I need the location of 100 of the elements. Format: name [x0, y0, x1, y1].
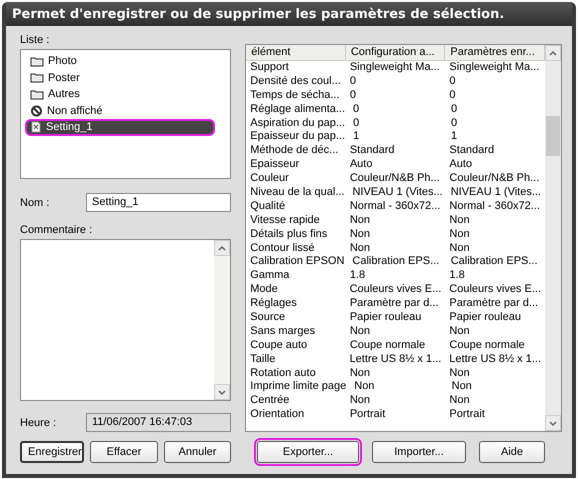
- table-cell-text: Calibration EPSON: [249, 255, 346, 270]
- table-cell-text: 0: [348, 88, 357, 103]
- table-cell-text: Rotation auto: [249, 366, 317, 380]
- table-cell-text: Aspiration du pap...: [249, 116, 346, 130]
- table-cell-text: Lettre US 8½ x 1...: [348, 352, 442, 367]
- time-field: 11/06/2007 16:47:03: [86, 413, 232, 432]
- table-cell-text: Couleur: [249, 172, 290, 186]
- table-cell-text: 0: [450, 102, 458, 117]
- table-cell-text: Imprime limite page: [249, 380, 348, 394]
- table-cell-text: Papier rouleau: [348, 311, 422, 325]
- table-cell-text: Densité des coul...: [249, 74, 342, 89]
- table-cell-text: Couleur/N&B Ph...: [448, 172, 540, 186]
- table-cell-text: Normal - 360x72...: [348, 200, 442, 214]
- table-cell-text: 0: [450, 116, 458, 130]
- table-cell-text: Portrait: [348, 408, 386, 422]
- table-cell-text: Non: [450, 380, 473, 394]
- table-cell-text: Détails plus fins: [249, 228, 328, 242]
- table-cell-text: Taille: [249, 352, 276, 367]
- table-cell-text: Non: [348, 366, 372, 380]
- comment-field[interactable]: [20, 239, 232, 401]
- table-cell-text: 0: [352, 102, 360, 117]
- table-cell-text: 0: [448, 74, 457, 89]
- arrow-up-icon: [548, 48, 558, 58]
- table-cell-text: 1.8: [348, 269, 366, 284]
- table-cell-text: 0: [352, 116, 360, 130]
- table-cell-text: Non: [348, 214, 372, 228]
- table-cell-text: Centrée: [249, 394, 290, 408]
- scrollbar[interactable]: [214, 240, 230, 400]
- table-cell-text: Couleur/N&B Ph...: [348, 172, 441, 186]
- table-cell-text: Non: [353, 380, 376, 394]
- table-cell-text: Non: [348, 394, 372, 408]
- table-cell-text: 1: [450, 130, 458, 144]
- table-cell-text: Gamma: [249, 269, 290, 284]
- table-cell-text: Qualité: [249, 200, 286, 214]
- table-cell-text: Singleweight Ma...: [348, 61, 441, 75]
- table-cell-text: Non: [448, 242, 471, 256]
- table-cell-text: Non: [348, 228, 372, 242]
- table-cell-text: Méthode de déc...: [249, 144, 340, 158]
- table-cell-text: Non: [448, 214, 471, 228]
- table-cell-text: Orientation: [249, 408, 306, 422]
- table-cell-text: Coupe normale: [348, 338, 426, 353]
- list-item[interactable]: Autres: [25, 86, 215, 102]
- folder-icon: [30, 88, 44, 100]
- table-cell-text: Paramètre par d...: [348, 297, 440, 312]
- table-cell-text: Calibration EPS...: [450, 255, 539, 270]
- window-title: Permet d'enregistrer ou de supprimer les paramètres de sélection.: [6, 2, 572, 26]
- table-cell-text: Couleurs vives E...: [348, 283, 442, 298]
- table-cell-text: Sans marges: [249, 324, 316, 339]
- scroll-thumb[interactable]: [546, 116, 560, 156]
- table-cell-text: Temps de sécha...: [249, 88, 341, 103]
- table-cell-text: Coupe normale: [448, 338, 526, 353]
- table-cell-text: Normal - 360x72...: [448, 200, 541, 214]
- table-cell-text: NIVEAU 1 (Vites...: [450, 186, 542, 200]
- table-cell-text: 1: [352, 130, 360, 144]
- table-cell-text: Source: [249, 311, 286, 325]
- table-cell-text: Singleweight Ma...: [448, 61, 540, 75]
- table-cell-text: Support: [249, 61, 290, 75]
- dialog-button[interactable]: Exporter...: [257, 441, 359, 463]
- folder-icon: [30, 72, 44, 84]
- list-item[interactable]: Setting_1: [25, 119, 215, 136]
- table-cell-text: 0: [348, 74, 357, 89]
- table-cell-text: Lettre US 8½ x 1...: [448, 352, 542, 367]
- arrow-down-icon: [548, 418, 558, 428]
- list-label: Liste :: [20, 34, 50, 46]
- table-cell-text: 1.8: [448, 269, 466, 284]
- list-item[interactable]: Poster: [25, 70, 215, 86]
- table-cell-text: Auto: [448, 158, 474, 172]
- table-cell-text: Réglage alimenta...: [249, 102, 346, 117]
- list-item[interactable]: Photo: [25, 53, 215, 70]
- table-cell-text: Réglages: [249, 297, 298, 312]
- arrow-down-icon: [217, 388, 228, 396]
- table-cell-text: 0: [448, 88, 457, 103]
- table-cell-text: Calibration EPS...: [351, 255, 440, 270]
- column-header[interactable]: Configuration a...: [346, 45, 446, 60]
- column-header[interactable]: élément: [246, 45, 346, 60]
- scrollbar[interactable]: [545, 45, 561, 431]
- dialog-button[interactable]: Annuler: [164, 441, 231, 463]
- table-cell-text: Paramètre par d...: [448, 297, 540, 312]
- table-cell-text: Mode: [249, 283, 279, 298]
- table-cell-text: NIVEAU 1 (Vites...: [351, 186, 444, 200]
- dialog-button[interactable]: Effacer: [90, 441, 158, 463]
- dialog-button[interactable]: Importer...: [372, 441, 466, 463]
- time-label: Heure :: [20, 416, 58, 428]
- comment-label: Commentaire :: [20, 224, 94, 236]
- table-cell-text: Coupe auto: [249, 338, 308, 353]
- table-cell-text: Non: [448, 324, 471, 339]
- table-cell-text: Portrait: [448, 408, 486, 422]
- table-cell-text: Papier rouleau: [448, 311, 522, 325]
- name-label: Nom :: [20, 196, 50, 208]
- table-cell-text: Non: [448, 394, 471, 408]
- table-cell-text: Non: [348, 242, 372, 256]
- table-cell-text: Contour lissé: [249, 242, 316, 256]
- dialog-button[interactable]: Aide: [479, 441, 545, 463]
- name-field[interactable]: Setting_1: [86, 193, 232, 212]
- table-cell-text: Epaisseur: [249, 158, 300, 172]
- table-cell-text: Non: [448, 228, 471, 242]
- dialog-button[interactable]: Enregistrer: [20, 441, 84, 463]
- list-item[interactable]: Non affiché: [25, 102, 215, 119]
- table-cell-text: Couleurs vives E...: [448, 283, 542, 298]
- document-icon: [30, 121, 42, 134]
